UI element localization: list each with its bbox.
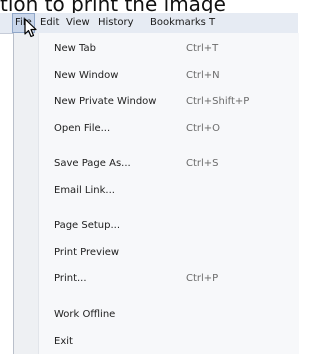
file-menu-dropdown: New Tab Ctrl+T New Window Ctrl+N New Pri… bbox=[13, 33, 299, 354]
menu-item-page-setup[interactable]: Page Setup... bbox=[54, 220, 120, 231]
shortcut-save-page-as: Ctrl+S bbox=[186, 158, 219, 169]
menu-item-open-file[interactable]: Open File... bbox=[54, 123, 110, 134]
menu-item-print-preview[interactable]: Print Preview bbox=[54, 247, 119, 258]
menu-tools-partial[interactable]: T bbox=[207, 13, 217, 33]
shortcut-new-window: Ctrl+N bbox=[186, 70, 220, 81]
shortcut-new-private-window: Ctrl+Shift+P bbox=[186, 96, 250, 107]
menu-icon-gutter bbox=[14, 33, 39, 354]
menu-item-new-window[interactable]: New Window bbox=[54, 70, 118, 81]
menu-item-print[interactable]: Print... bbox=[54, 273, 87, 284]
mouse-pointer-icon bbox=[24, 18, 37, 38]
shortcut-print: Ctrl+P bbox=[186, 273, 219, 284]
menu-item-work-offline[interactable]: Work Offline bbox=[54, 309, 115, 320]
menu-history[interactable]: History bbox=[96, 13, 136, 33]
menu-item-email-link[interactable]: Email Link... bbox=[54, 185, 115, 196]
menu-item-new-private-window[interactable]: New Private Window bbox=[54, 96, 156, 107]
menu-bookmarks[interactable]: Bookmarks bbox=[148, 13, 208, 33]
menu-item-exit[interactable]: Exit bbox=[54, 336, 73, 347]
menu-item-save-page-as[interactable]: Save Page As... bbox=[54, 158, 131, 169]
menu-view[interactable]: View bbox=[64, 13, 92, 33]
menu-edit[interactable]: Edit bbox=[38, 13, 61, 33]
shortcut-new-tab: Ctrl+T bbox=[186, 43, 219, 54]
menu-bar: File Edit View History Bookmarks T bbox=[0, 13, 298, 34]
menu-item-new-tab[interactable]: New Tab bbox=[54, 43, 96, 54]
shortcut-open-file: Ctrl+O bbox=[186, 123, 221, 134]
